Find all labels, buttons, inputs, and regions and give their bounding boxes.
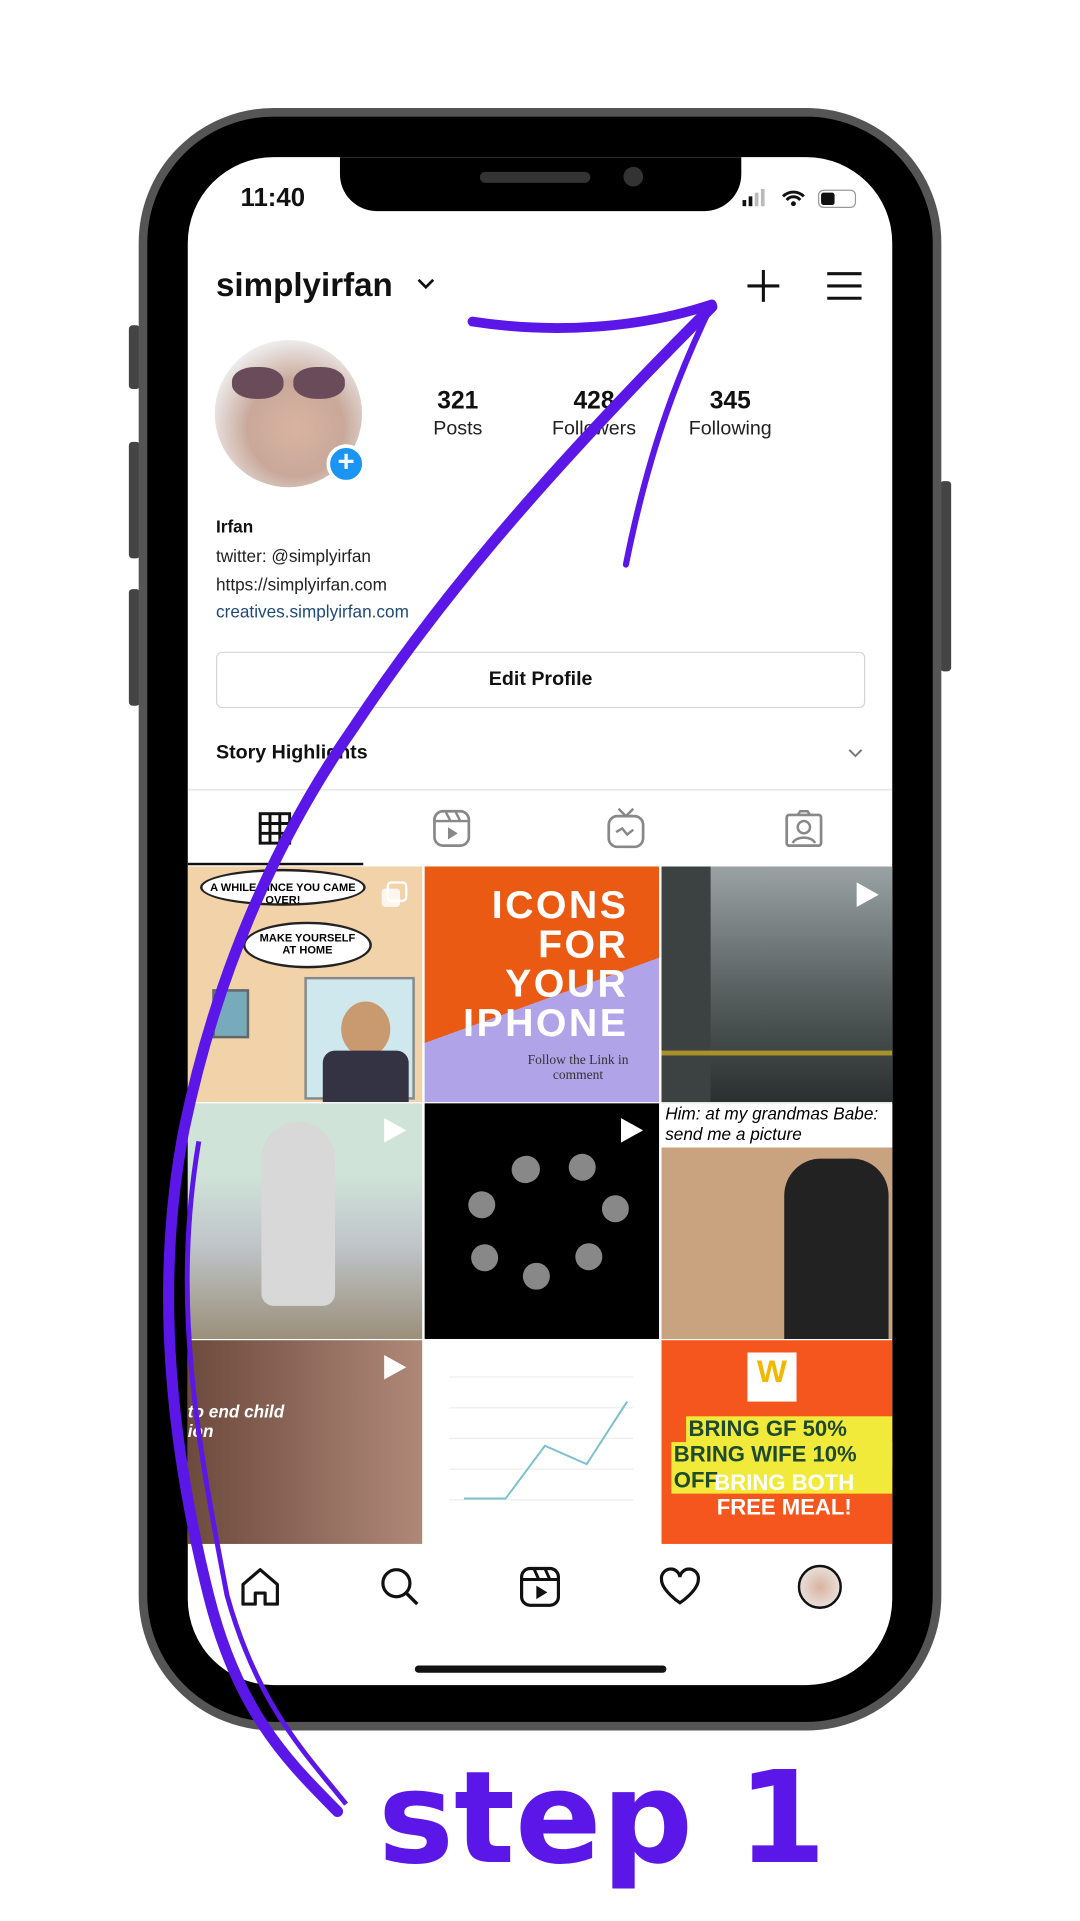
step-label: step 1 (378, 1742, 827, 1893)
hand-drawn-arrow (163, 299, 718, 1818)
